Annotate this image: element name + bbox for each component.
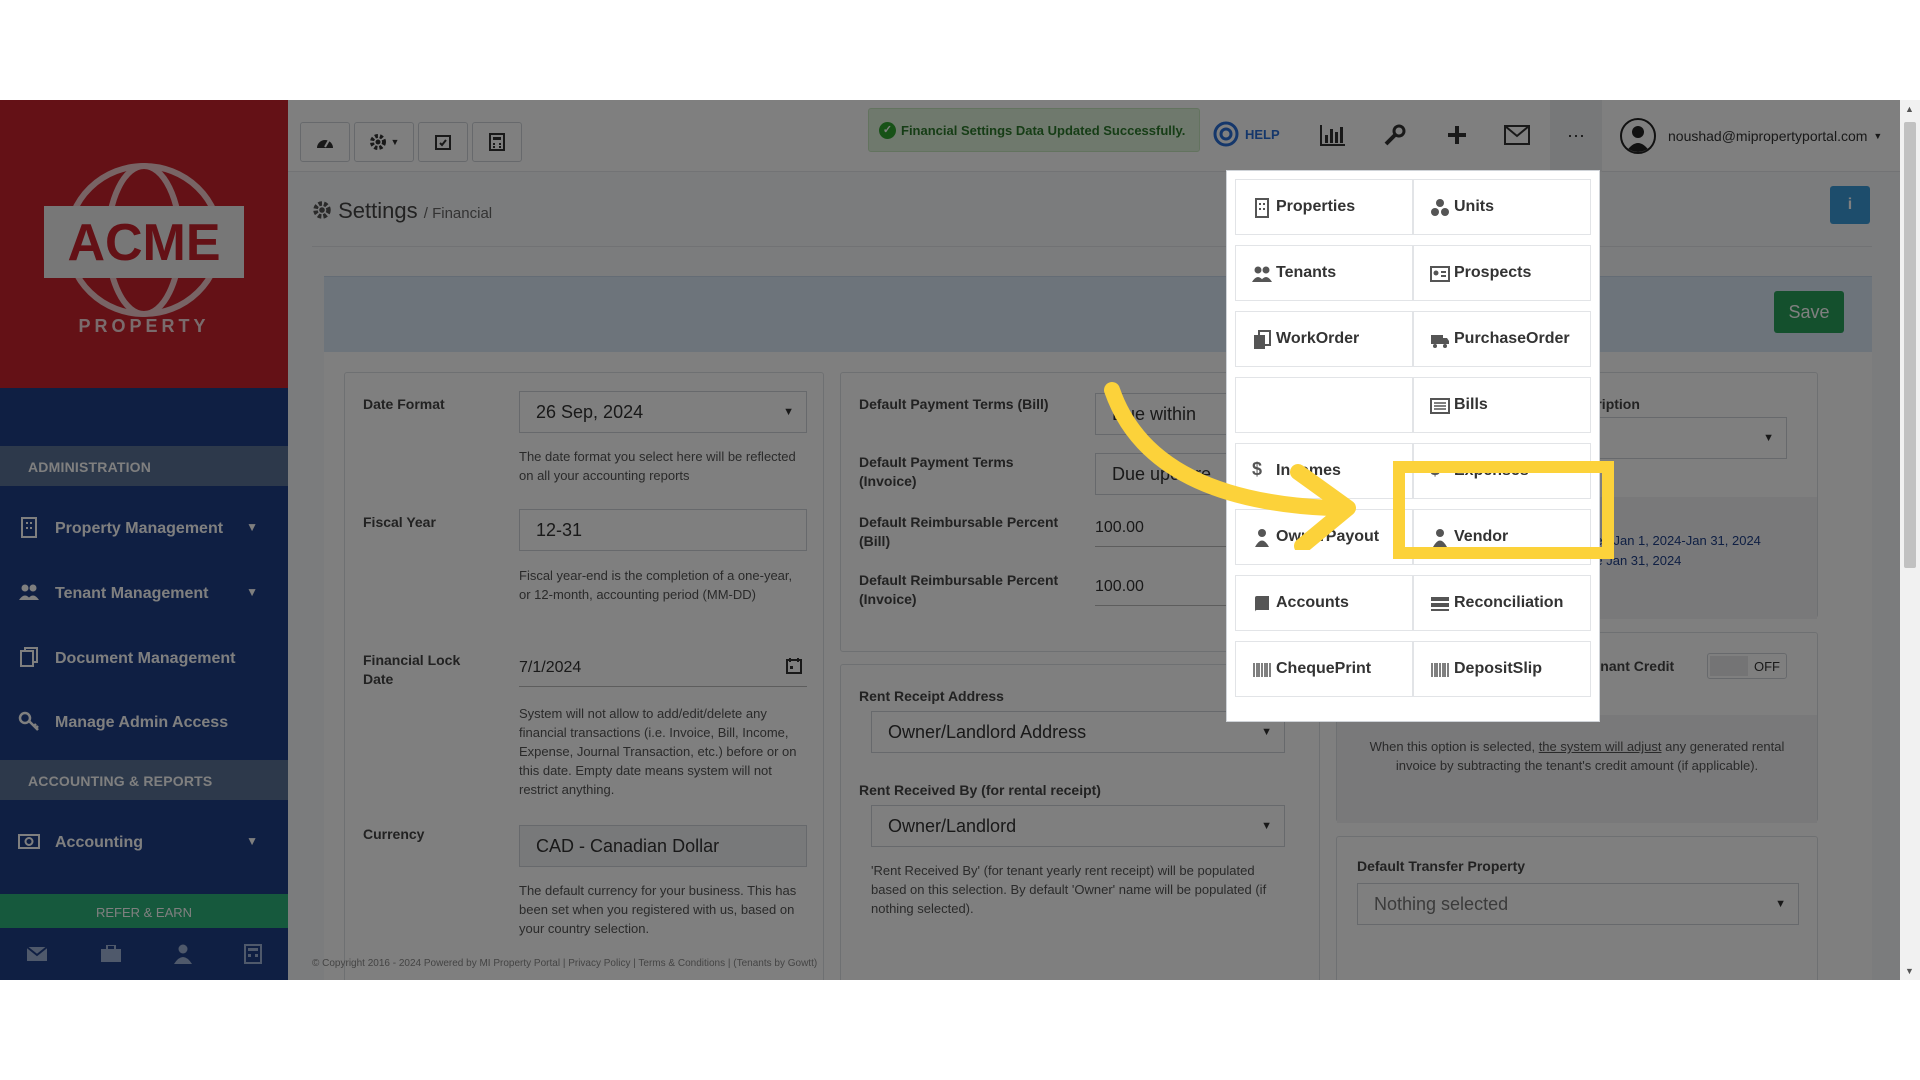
menu-item-depositslip[interactable]: DepositSlip xyxy=(1413,641,1591,697)
menu-item-label: PurchaseOrder xyxy=(1454,330,1570,347)
reconcile-icon xyxy=(1431,597,1449,611)
app-window: ACME PROPERTY ADMINISTRATION Property Ma… xyxy=(0,100,1920,980)
tutorial-arrow-icon xyxy=(1104,382,1356,550)
menu-item-label: Prospects xyxy=(1454,264,1532,281)
id-card-icon xyxy=(1430,266,1450,282)
menu-item-label: ChequePrint xyxy=(1276,660,1372,677)
users-icon xyxy=(1252,266,1272,282)
menu-item-workorder[interactable]: WorkOrder xyxy=(1235,311,1413,367)
barcode-icon xyxy=(1253,663,1271,677)
list-icon xyxy=(1430,398,1450,414)
book-icon xyxy=(1255,596,1269,612)
menu-item-label: Bills xyxy=(1454,396,1488,413)
menu-item-properties[interactable]: Properties xyxy=(1235,179,1413,235)
menu-item-label: Reconciliation xyxy=(1454,594,1564,611)
menu-item-label: Properties xyxy=(1276,198,1356,215)
units-icon xyxy=(1431,199,1449,216)
menu-item-chequeprint[interactable]: ChequePrint xyxy=(1235,641,1413,697)
menu-item-reconciliation[interactable]: Reconciliation xyxy=(1413,575,1591,631)
copy-icon xyxy=(1254,330,1271,349)
menu-item-bills[interactable]: Bills xyxy=(1413,377,1591,433)
menu-item-purchaseorder[interactable]: PurchaseOrder xyxy=(1413,311,1591,367)
menu-item-units[interactable]: Units xyxy=(1413,179,1591,235)
screen: ACME PROPERTY ADMINISTRATION Property Ma… xyxy=(0,0,1920,1080)
menu-item-label: DepositSlip xyxy=(1454,660,1543,677)
menu-item-label: Units xyxy=(1454,198,1494,215)
scroll-down-icon[interactable]: ▼ xyxy=(1905,966,1914,976)
truck-icon xyxy=(1431,335,1449,348)
menu-item-accounts[interactable]: Accounts xyxy=(1235,575,1413,631)
menu-item-label: Tenants xyxy=(1276,264,1337,281)
menu-item-label: WorkOrder xyxy=(1276,330,1360,347)
scrollbar[interactable]: ▲ ▼ xyxy=(1900,100,1920,980)
menu-item-label: Accounts xyxy=(1276,594,1349,611)
scrollbar-thumb[interactable] xyxy=(1904,122,1916,568)
tutorial-highlight-box xyxy=(1393,461,1614,559)
building-icon xyxy=(1255,198,1269,218)
menu-item-prospects[interactable]: Prospects xyxy=(1413,245,1591,301)
modal-backdrop[interactable] xyxy=(0,100,1920,980)
menu-item-tenants[interactable]: Tenants xyxy=(1235,245,1413,301)
barcode-icon xyxy=(1431,663,1449,677)
scroll-up-icon[interactable]: ▲ xyxy=(1905,104,1914,114)
